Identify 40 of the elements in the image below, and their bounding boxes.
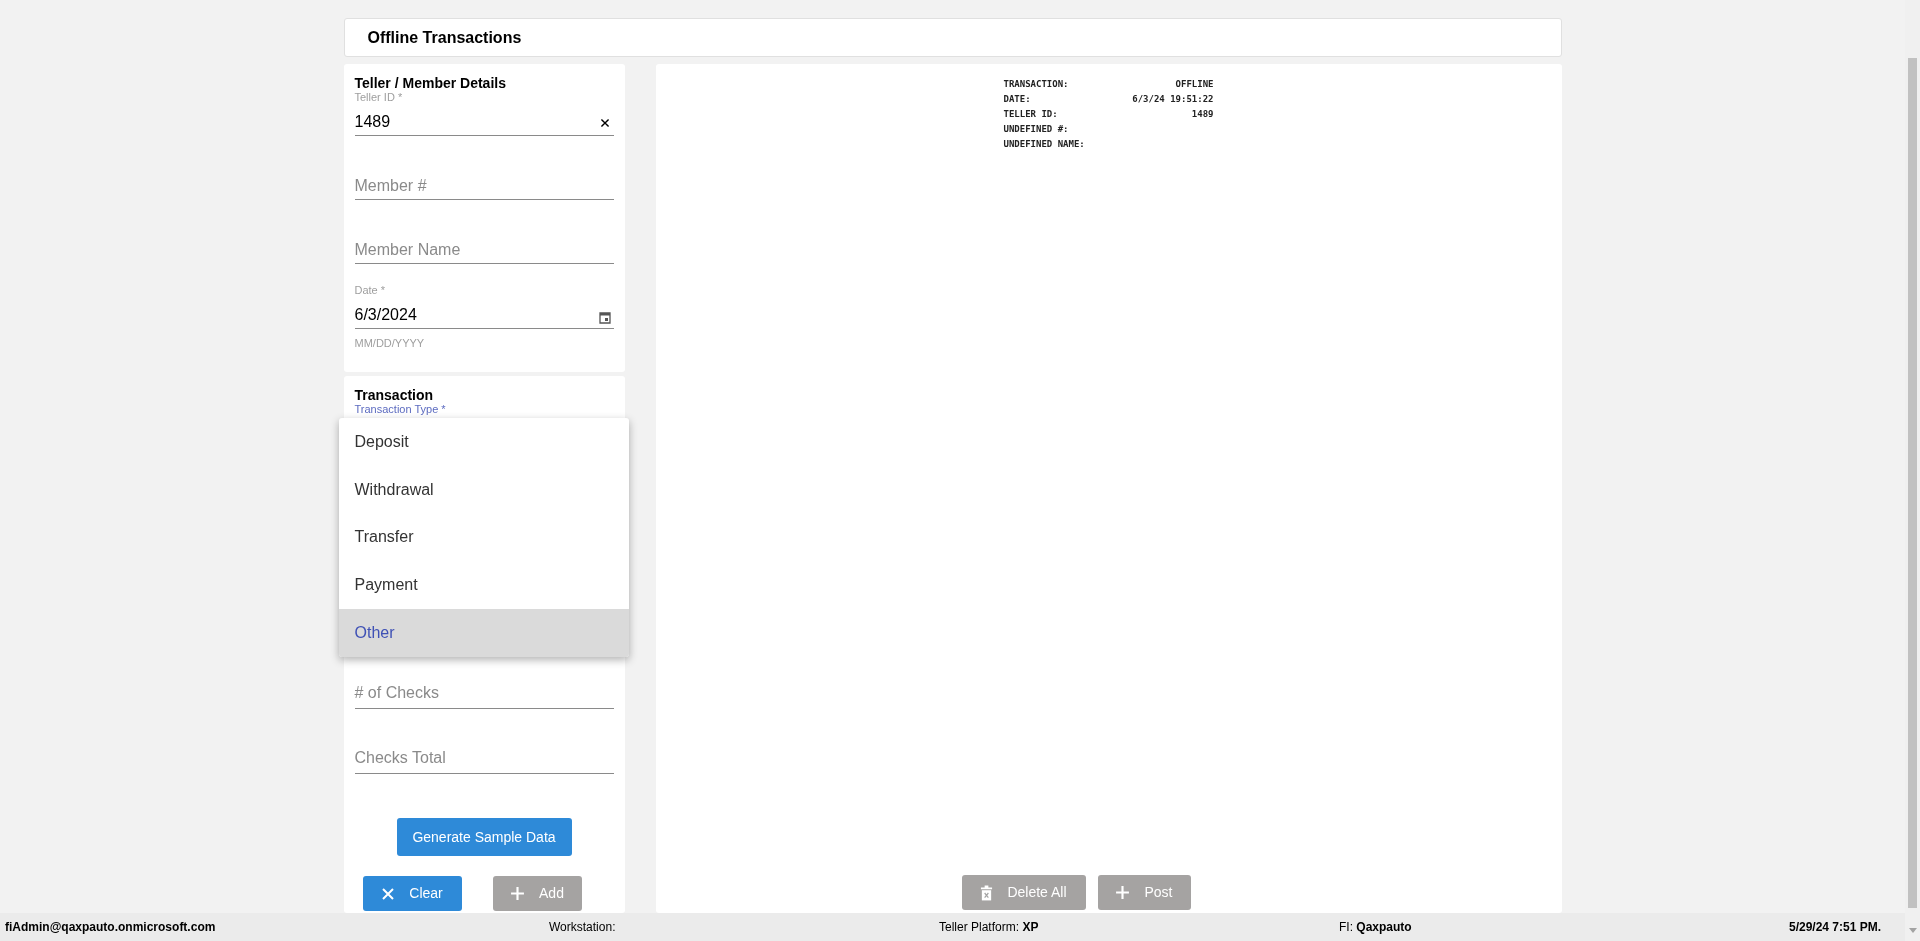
input-field[interactable]: 6/3/2024 bbox=[354, 297, 614, 329]
receipt-label: TELLER ID: bbox=[1003, 108, 1058, 121]
receipt-label: UNDEFINED #: bbox=[1003, 123, 1069, 136]
input-field[interactable]: 1489 bbox=[354, 104, 614, 136]
close-icon bbox=[599, 118, 610, 128]
field-label: Date * bbox=[354, 284, 387, 297]
menu-item[interactable]: Withdrawal bbox=[338, 465, 629, 514]
trash-icon bbox=[980, 884, 994, 901]
input-field[interactable]: Member Name bbox=[354, 237, 614, 264]
field-label: Transaction Type * bbox=[354, 403, 447, 416]
input-field[interactable]: Member # bbox=[354, 173, 614, 200]
section-title: Transaction bbox=[354, 387, 435, 403]
receipt-value: 6/3/24 19:51:22 bbox=[1132, 93, 1214, 106]
receipt-label: UNDEFINED NAME: bbox=[1003, 138, 1085, 151]
menu-item[interactable]: Transfer bbox=[338, 513, 629, 562]
workstation-label: Workstation: bbox=[549, 919, 617, 936]
section-title: Teller / Member Details bbox=[354, 75, 507, 91]
fi-info: FI: Qaxpauto bbox=[1339, 919, 1413, 936]
page-title: Offline Transactions bbox=[367, 27, 522, 48]
platform-info: Teller Platform: XP bbox=[939, 919, 1040, 936]
menu-item[interactable]: Deposit bbox=[338, 418, 629, 466]
receipt-value: OFFLINE bbox=[1175, 78, 1214, 91]
helper-text: MM/DD/YYYY bbox=[354, 336, 426, 351]
receipt-label: DATE: bbox=[1003, 93, 1031, 106]
plus-icon bbox=[510, 886, 526, 901]
field-label: Teller ID * bbox=[354, 91, 404, 104]
menu-item[interactable]: Other bbox=[338, 609, 629, 657]
calendar-icon bbox=[598, 311, 611, 324]
plus-icon bbox=[1115, 885, 1131, 900]
menu-item[interactable]: Payment bbox=[338, 561, 629, 610]
close-icon bbox=[381, 886, 396, 901]
clear-button[interactable]: Clear bbox=[362, 876, 462, 911]
receipt-value: 1489 bbox=[1191, 108, 1214, 121]
input-field[interactable]: # of Checks bbox=[354, 682, 614, 709]
date-time: 5/29/24 7:51 PM. bbox=[1789, 919, 1882, 936]
input-field[interactable]: Checks Total bbox=[354, 747, 614, 774]
user-email: fiAdmin@qaxpauto.onmicrosoft.com bbox=[4, 919, 217, 936]
scroll-down-icon bbox=[1908, 928, 1917, 933]
generate-sample-data-button[interactable]: Generate Sample Data bbox=[396, 818, 572, 856]
receipt-label: TRANSACTION: bbox=[1003, 78, 1069, 91]
